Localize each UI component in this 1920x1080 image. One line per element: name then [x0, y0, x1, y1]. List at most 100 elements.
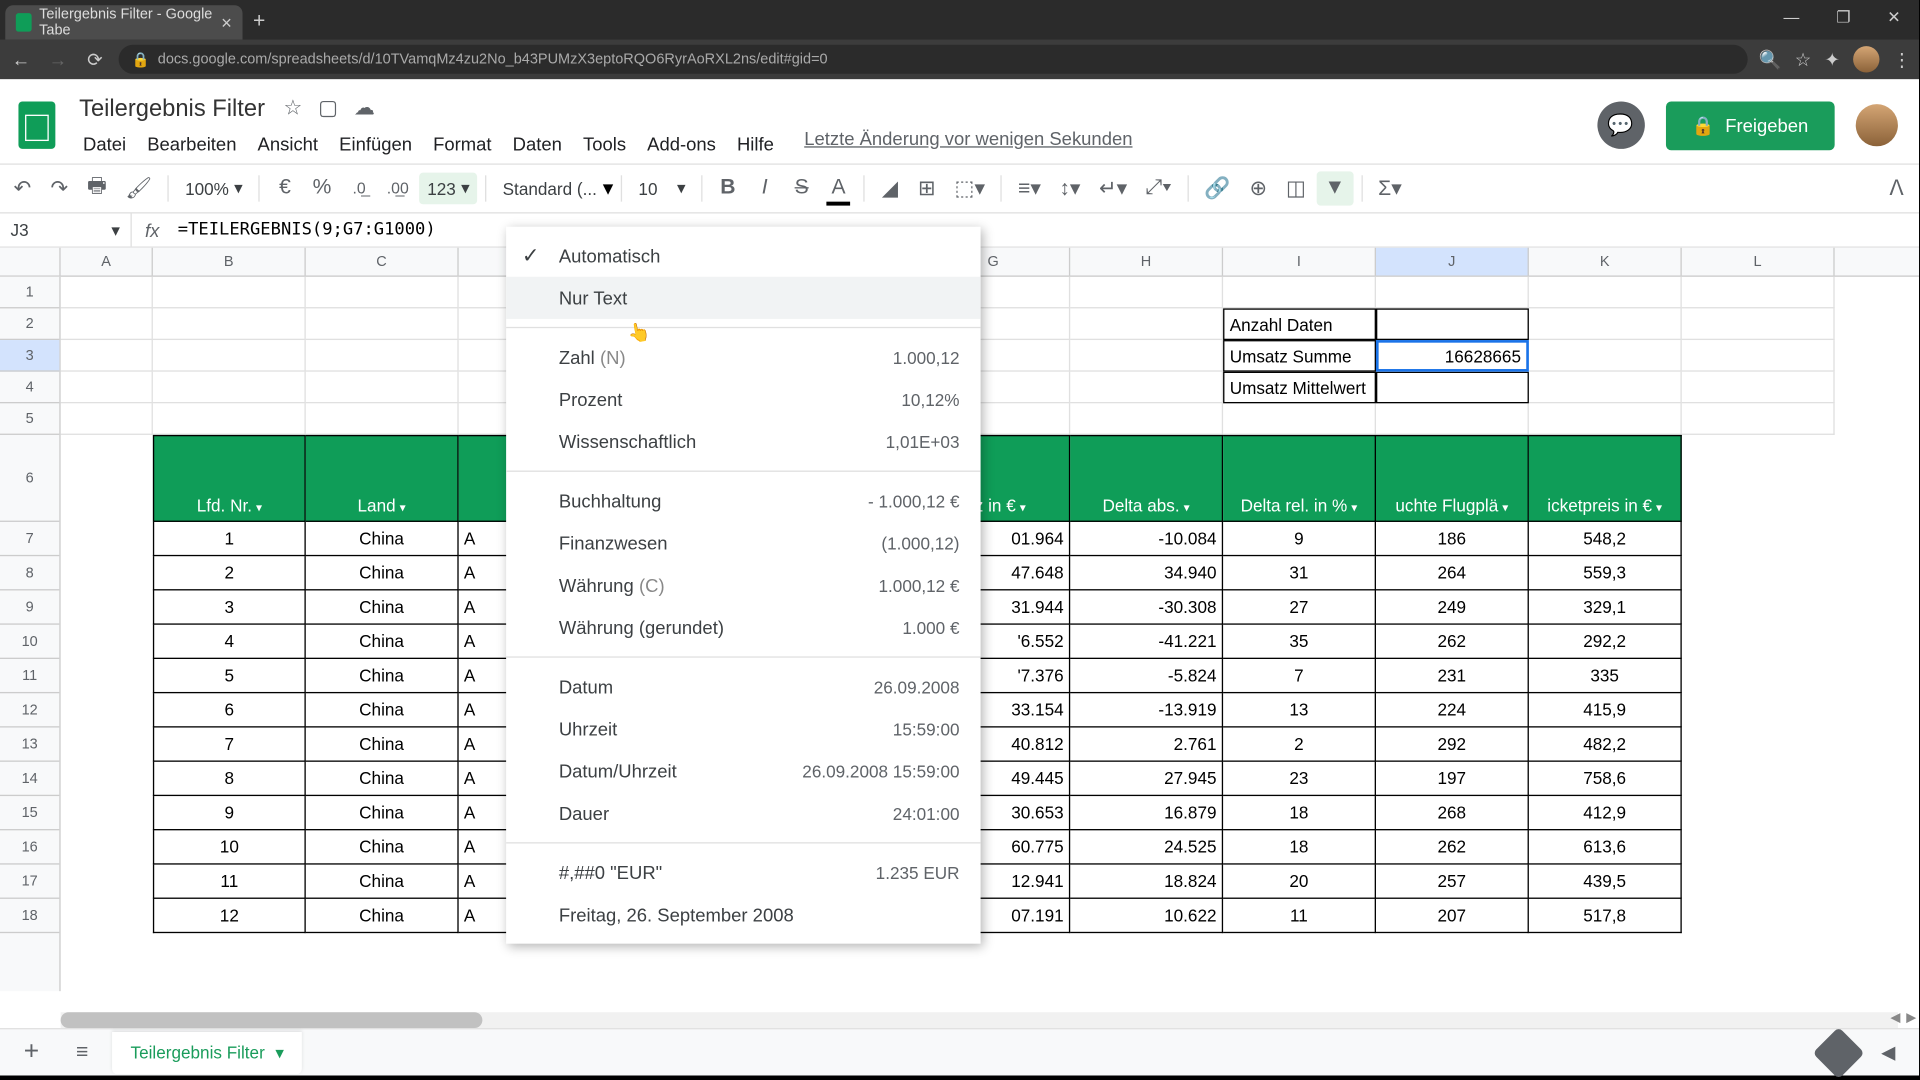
cell[interactable]: 412,9 [1529, 796, 1682, 830]
cell[interactable]: 16628665 [1376, 340, 1529, 372]
cell[interactable]: 31 [1223, 556, 1376, 590]
row-header-8[interactable]: 8 [0, 556, 59, 590]
cell[interactable]: Delta abs.▾ [1070, 435, 1223, 522]
filter-icon[interactable]: ▾ [1020, 501, 1026, 515]
column-header-K[interactable]: K [1529, 248, 1682, 276]
format-option[interactable]: #,##0 "EUR"1.235 EUR [506, 851, 980, 893]
maximize-icon[interactable]: ❐ [1818, 0, 1869, 34]
column-header-H[interactable]: H [1070, 248, 1223, 276]
cell[interactable]: 559,3 [1529, 556, 1682, 590]
cell[interactable] [1070, 403, 1223, 435]
cell[interactable]: 207 [1376, 899, 1529, 933]
star-icon[interactable]: ☆ [1795, 48, 1812, 70]
cell[interactable]: uchte Flugplä▾ [1376, 435, 1529, 522]
cell[interactable] [1529, 403, 1682, 435]
cell[interactable]: 2.761 [1070, 728, 1223, 762]
row-header-16[interactable]: 16 [0, 830, 59, 864]
cell[interactable]: 517,8 [1529, 899, 1682, 933]
cell[interactable]: -13.919 [1070, 693, 1223, 727]
h-align-button[interactable]: ≡▾ [1010, 170, 1049, 207]
number-format-dropdown[interactable]: 123▾ [419, 173, 477, 205]
borders-button[interactable]: ⊞ [910, 170, 944, 207]
row-header-5[interactable]: 5 [0, 403, 59, 435]
cell[interactable]: 20 [1223, 865, 1376, 899]
decrease-decimal-button[interactable]: .0̲ [342, 174, 376, 203]
cell[interactable] [306, 403, 459, 435]
zoom-dropdown[interactable]: 100% ▾ [177, 173, 251, 205]
cell[interactable]: -5.824 [1070, 659, 1223, 693]
cell[interactable]: 257 [1376, 865, 1529, 899]
font-size-dropdown[interactable]: 10 ▾ [631, 173, 694, 205]
cell[interactable]: 5 [153, 659, 306, 693]
cell[interactable]: China [306, 865, 459, 899]
cell[interactable] [1376, 308, 1529, 340]
cell[interactable]: Umsatz Mittelwert [1223, 372, 1376, 404]
format-option[interactable]: Wissenschaftlich1,01E+03 [506, 420, 980, 462]
row-header-3[interactable]: 3 [0, 340, 59, 372]
cell[interactable] [306, 308, 459, 340]
column-header-L[interactable]: L [1682, 248, 1835, 276]
cell[interactable]: 2 [153, 556, 306, 590]
cell[interactable]: 268 [1376, 796, 1529, 830]
cell[interactable]: 231 [1376, 659, 1529, 693]
cell[interactable] [1529, 372, 1682, 404]
format-option[interactable]: Zahl(N)1.000,12 [506, 336, 980, 378]
browser-tab[interactable]: Teilergebnis Filter - Google Tabe × [5, 5, 242, 39]
comments-button[interactable]: 💬 [1597, 101, 1644, 148]
format-option[interactable]: Datum/Uhrzeit26.09.2008 15:59:00 [506, 750, 980, 792]
format-option[interactable]: ✓Automatisch [506, 235, 980, 277]
column-header-A[interactable]: A [61, 248, 153, 276]
cell[interactable]: 329,1 [1529, 590, 1682, 624]
format-option[interactable]: Finanzwesen(1.000,12) [506, 522, 980, 564]
filter-icon[interactable]: ▾ [1184, 501, 1190, 515]
paint-format-button[interactable]: 🖌 [117, 170, 160, 207]
merge-button[interactable]: ⬚▾ [947, 170, 993, 207]
star-icon[interactable]: ☆ [283, 95, 302, 121]
extension-icon[interactable]: ✦ [1824, 48, 1839, 70]
text-color-button[interactable]: A [821, 171, 855, 205]
cell[interactable]: Anzahl Daten [1223, 308, 1376, 340]
cell[interactable] [1682, 372, 1835, 404]
cell[interactable]: 186 [1376, 522, 1529, 556]
format-option[interactable]: Dauer24:01:00 [506, 792, 980, 834]
cell[interactable]: Delta rel. in %▾ [1223, 435, 1376, 522]
cell[interactable]: 27 [1223, 590, 1376, 624]
cell[interactable]: 11 [153, 865, 306, 899]
sheets-logo[interactable] [11, 92, 64, 158]
cell[interactable] [306, 277, 459, 309]
cell[interactable]: 23 [1223, 762, 1376, 796]
increase-decimal-button[interactable]: .0̲0 [379, 174, 417, 203]
cell[interactable]: 10 [153, 830, 306, 864]
column-header-J[interactable]: J [1376, 248, 1529, 276]
cell[interactable] [61, 372, 153, 404]
cell[interactable]: -10.084 [1070, 522, 1223, 556]
horizontal-scrollbar[interactable]: ▶ ◀ [61, 1012, 1898, 1028]
row-header-18[interactable]: 18 [0, 899, 59, 933]
menu-ansicht[interactable]: Ansicht [248, 127, 327, 159]
cell[interactable] [153, 308, 306, 340]
row-header-15[interactable]: 15 [0, 796, 59, 830]
cell[interactable] [1682, 340, 1835, 372]
cell[interactable]: China [306, 899, 459, 933]
cell[interactable]: icketpreis in €▾ [1529, 435, 1682, 522]
format-option[interactable]: Uhrzeit15:59:00 [506, 708, 980, 750]
undo-button[interactable]: ↶ [5, 170, 39, 207]
cell[interactable]: 758,6 [1529, 762, 1682, 796]
filter-icon[interactable]: ▾ [256, 501, 262, 515]
explore-button[interactable] [1813, 1026, 1865, 1078]
cell[interactable] [1223, 277, 1376, 309]
row-header-10[interactable]: 10 [0, 625, 59, 659]
minimize-icon[interactable]: — [1765, 0, 1818, 34]
menu-icon[interactable]: ⋮ [1893, 48, 1911, 70]
rotate-button[interactable]: ⤢▾ [1138, 171, 1180, 205]
scrollbar-thumb[interactable] [61, 1012, 483, 1028]
cell[interactable]: 8 [153, 762, 306, 796]
cell[interactable]: 13 [1223, 693, 1376, 727]
row-header-4[interactable]: 4 [0, 372, 59, 404]
cell[interactable] [153, 372, 306, 404]
cell[interactable] [1376, 372, 1529, 404]
menu-add-ons[interactable]: Add-ons [638, 127, 725, 159]
add-sheet-button[interactable]: + [11, 1037, 53, 1067]
address-bar[interactable]: 🔒 docs.google.com/spreadsheets/d/10TVamq… [119, 45, 1748, 74]
cell[interactable]: 292,2 [1529, 625, 1682, 659]
